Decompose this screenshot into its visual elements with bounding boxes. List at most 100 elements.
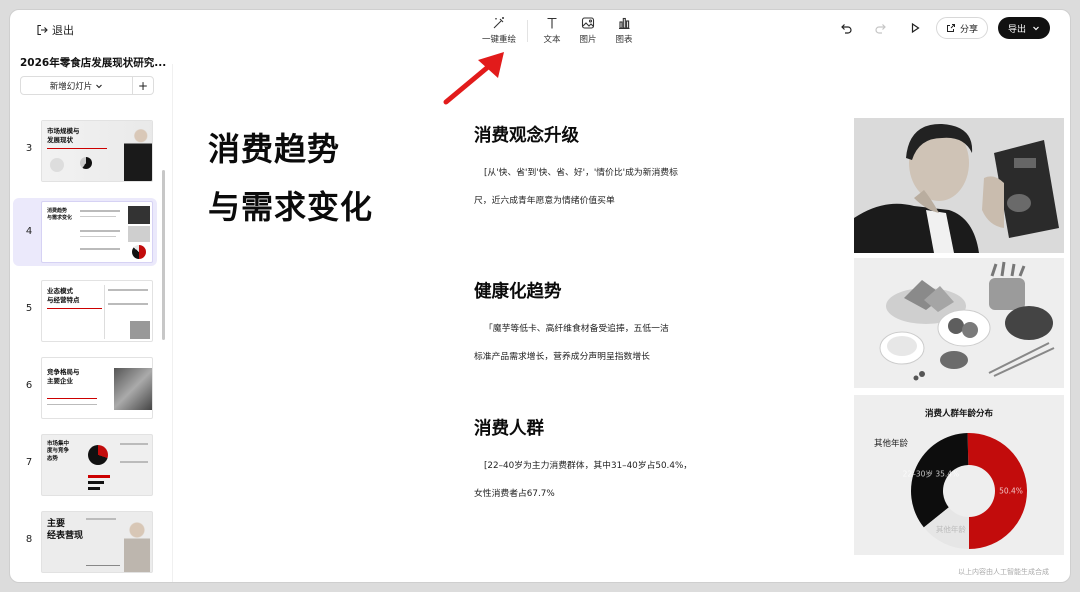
magic-wand-icon bbox=[493, 17, 504, 29]
section-heading: 消费观念升级 bbox=[474, 126, 579, 146]
thumbnail-text-line bbox=[108, 303, 148, 305]
section-heading: 健康化趋势 bbox=[474, 282, 562, 302]
toolbar-divider bbox=[527, 20, 528, 42]
play-button[interactable] bbox=[902, 17, 928, 39]
slide-title[interactable]: 消费趋势 与需求变化 bbox=[208, 120, 373, 236]
image-icon bbox=[581, 17, 595, 29]
person-snack-photo[interactable] bbox=[854, 118, 1064, 253]
thumbnail-bar bbox=[88, 487, 100, 490]
thumbnail-preview: 市场规模与 发展现状 bbox=[41, 120, 153, 182]
chart-icon bbox=[619, 17, 630, 30]
document-title[interactable]: 2026年零食店发展现状研究... bbox=[20, 55, 166, 70]
thumbnail-pie bbox=[88, 445, 108, 465]
slide-thumbnail-7[interactable]: 7 市场集中 度与竞争 态势 bbox=[13, 431, 157, 499]
image-tool-label: 图片 bbox=[579, 35, 597, 45]
donut-slice-label-1: 22–30岁 35.4% bbox=[903, 468, 960, 478]
age-distribution-chart[interactable]: 消费人群年龄分布 其他年龄 50.4% 22–30岁 35.4% 其他年龄 bbox=[854, 395, 1064, 555]
sidebar-scrollbar[interactable] bbox=[162, 170, 165, 340]
thumbnail-person-image bbox=[124, 123, 152, 181]
thumbnail-text-line bbox=[80, 248, 120, 250]
thumbnail-title: 业态模式 与经营特点 bbox=[47, 287, 80, 304]
thumbnail-donut bbox=[132, 245, 146, 259]
share-button[interactable]: 分享 bbox=[935, 17, 988, 39]
thumbnail-rule bbox=[47, 398, 97, 399]
section-health-trend[interactable]: 健康化趋势 「魔芋等低卡、高纤维食材备受追捧，五低一洁 标准产品需求增长，营养成… bbox=[474, 278, 669, 362]
thumbnail-preview: 消费趋势 与需求变化 bbox=[41, 201, 153, 263]
section-text-line: 标准产品需求增长，营养成分声明呈指数增长 bbox=[474, 352, 650, 362]
donut-chart: 50.4% 22–30岁 35.4% 其他年龄 bbox=[903, 433, 1028, 549]
thumbnail-text-line bbox=[120, 461, 148, 463]
section-heading: 消费人群 bbox=[474, 419, 544, 439]
exit-label: 退出 bbox=[52, 24, 74, 37]
thumbnail-text-line bbox=[108, 289, 148, 291]
section-text-line: 尺，近六成青年愿意为情绪价值买单 bbox=[474, 196, 615, 206]
play-icon bbox=[911, 22, 920, 34]
exit-icon bbox=[37, 24, 48, 36]
person-image bbox=[854, 118, 1064, 253]
thumbnail-text-line bbox=[80, 230, 120, 232]
undo-icon bbox=[841, 23, 852, 34]
chevron-down-icon bbox=[1033, 26, 1039, 31]
section-consumption-upgrade[interactable]: 消费观念升级 [从'快、省'到'快、省、好'，'情价比'成为新消费标 尺，近六成… bbox=[474, 122, 678, 206]
thumbnail-bar bbox=[88, 475, 110, 478]
redraw-tool-button[interactable]: 一键重绘 bbox=[481, 14, 517, 45]
thumbnail-chart bbox=[86, 552, 120, 566]
thumbnail-title: 竞争格局与 主要企业 bbox=[47, 368, 80, 385]
export-label: 导出 bbox=[1007, 24, 1026, 35]
share-label: 分享 bbox=[959, 24, 978, 35]
thumbnail-rule bbox=[47, 308, 102, 309]
thumbnail-text-line bbox=[86, 518, 116, 520]
slide-thumbnail-4[interactable]: 4 消费趋势 与需求变化 bbox=[13, 198, 157, 266]
slide-thumbnail-5[interactable]: 5 业态模式 与经营特点 bbox=[13, 277, 157, 345]
donut-slice-label-0: 50.4% bbox=[999, 486, 1023, 495]
chart-tool-label: 图表 bbox=[615, 35, 633, 45]
donut-slice-label-2: 其他年龄 bbox=[936, 524, 966, 534]
thumbnail-title: 市场规模与 发展现状 bbox=[47, 127, 80, 144]
image-tool-button[interactable]: 图片 bbox=[571, 14, 605, 45]
add-slide-button[interactable]: + bbox=[133, 79, 153, 93]
section-consumer-group[interactable]: 消费人群 [22–40岁为主力消费群体，其中31–40岁占50.4%， 女性消费… bbox=[474, 415, 692, 499]
thumbnail-preview: 业态模式 与经营特点 bbox=[41, 280, 153, 342]
slide-number: 3 bbox=[25, 143, 33, 154]
thumbnail-store-image bbox=[114, 368, 152, 410]
insert-tools: 一键重绘 文本 图片 图表 bbox=[480, 14, 642, 45]
slide-canvas[interactable]: 消费趋势 与需求变化 消费观念升级 [从'快、省'到'快、省、好'，'情价比'成… bbox=[174, 70, 1064, 576]
share-icon bbox=[946, 24, 955, 32]
ai-generated-footnote: 以上内容由人工智能生成合成 bbox=[958, 568, 1049, 576]
annotation-arrow bbox=[443, 52, 504, 105]
thumbnail-divider bbox=[104, 285, 105, 339]
slide-thumbnail-3[interactable]: 3 市场规模与 发展现状 bbox=[13, 117, 157, 185]
top-toolbar: 退出 一键重绘 文本 图片 图表 分享 导出 bbox=[10, 10, 1070, 54]
text-tool-button[interactable]: 文本 bbox=[535, 14, 569, 45]
thumbnail-preview: 竞争格局与 主要企业 bbox=[41, 357, 153, 419]
section-text-line: [从'快、省'到'快、省、好'，'情价比'成为新消费标 bbox=[484, 168, 678, 178]
thumbnail-bar bbox=[88, 481, 104, 484]
panel-divider bbox=[172, 64, 173, 582]
undo-button[interactable] bbox=[834, 17, 860, 39]
exit-button[interactable]: 退出 bbox=[36, 22, 74, 38]
redo-icon bbox=[875, 23, 887, 34]
thumbnail-chart bbox=[50, 158, 64, 172]
chevron-down-icon bbox=[96, 84, 103, 88]
section-text-line: 「魔芋等低卡、高纤维食材备受追捧，五低一洁 bbox=[484, 324, 669, 334]
thumbnail-pie bbox=[80, 157, 92, 169]
thumbnail-preview: 主要 经表营现 bbox=[41, 511, 153, 573]
export-button[interactable]: 导出 bbox=[997, 17, 1050, 39]
chart-tool-button[interactable]: 图表 bbox=[607, 14, 641, 45]
slide-thumbnail-6[interactable]: 6 竞争格局与 主要企业 bbox=[13, 354, 157, 422]
thumbnail-title: 主要 经表营现 bbox=[47, 519, 84, 542]
thumbnail-text-line bbox=[80, 210, 120, 212]
slide-thumbnail-8[interactable]: 8 主要 经表营现 bbox=[13, 508, 157, 576]
new-slide-button[interactable]: 新增幻灯片 bbox=[21, 77, 133, 94]
redo-button[interactable] bbox=[868, 17, 894, 39]
thumbnail-person-image bbox=[124, 516, 150, 572]
thumbnail-text-line bbox=[80, 216, 116, 217]
healthy-food-photo[interactable] bbox=[854, 258, 1064, 388]
text-icon bbox=[547, 17, 557, 29]
thumbnail-person-image bbox=[128, 206, 150, 224]
thumbnail-rule bbox=[47, 148, 107, 149]
food-image bbox=[854, 258, 1064, 388]
thumbnail-text-line bbox=[80, 236, 116, 237]
slide-number: 4 bbox=[25, 226, 33, 237]
redraw-tool-label: 一键重绘 bbox=[481, 35, 516, 45]
